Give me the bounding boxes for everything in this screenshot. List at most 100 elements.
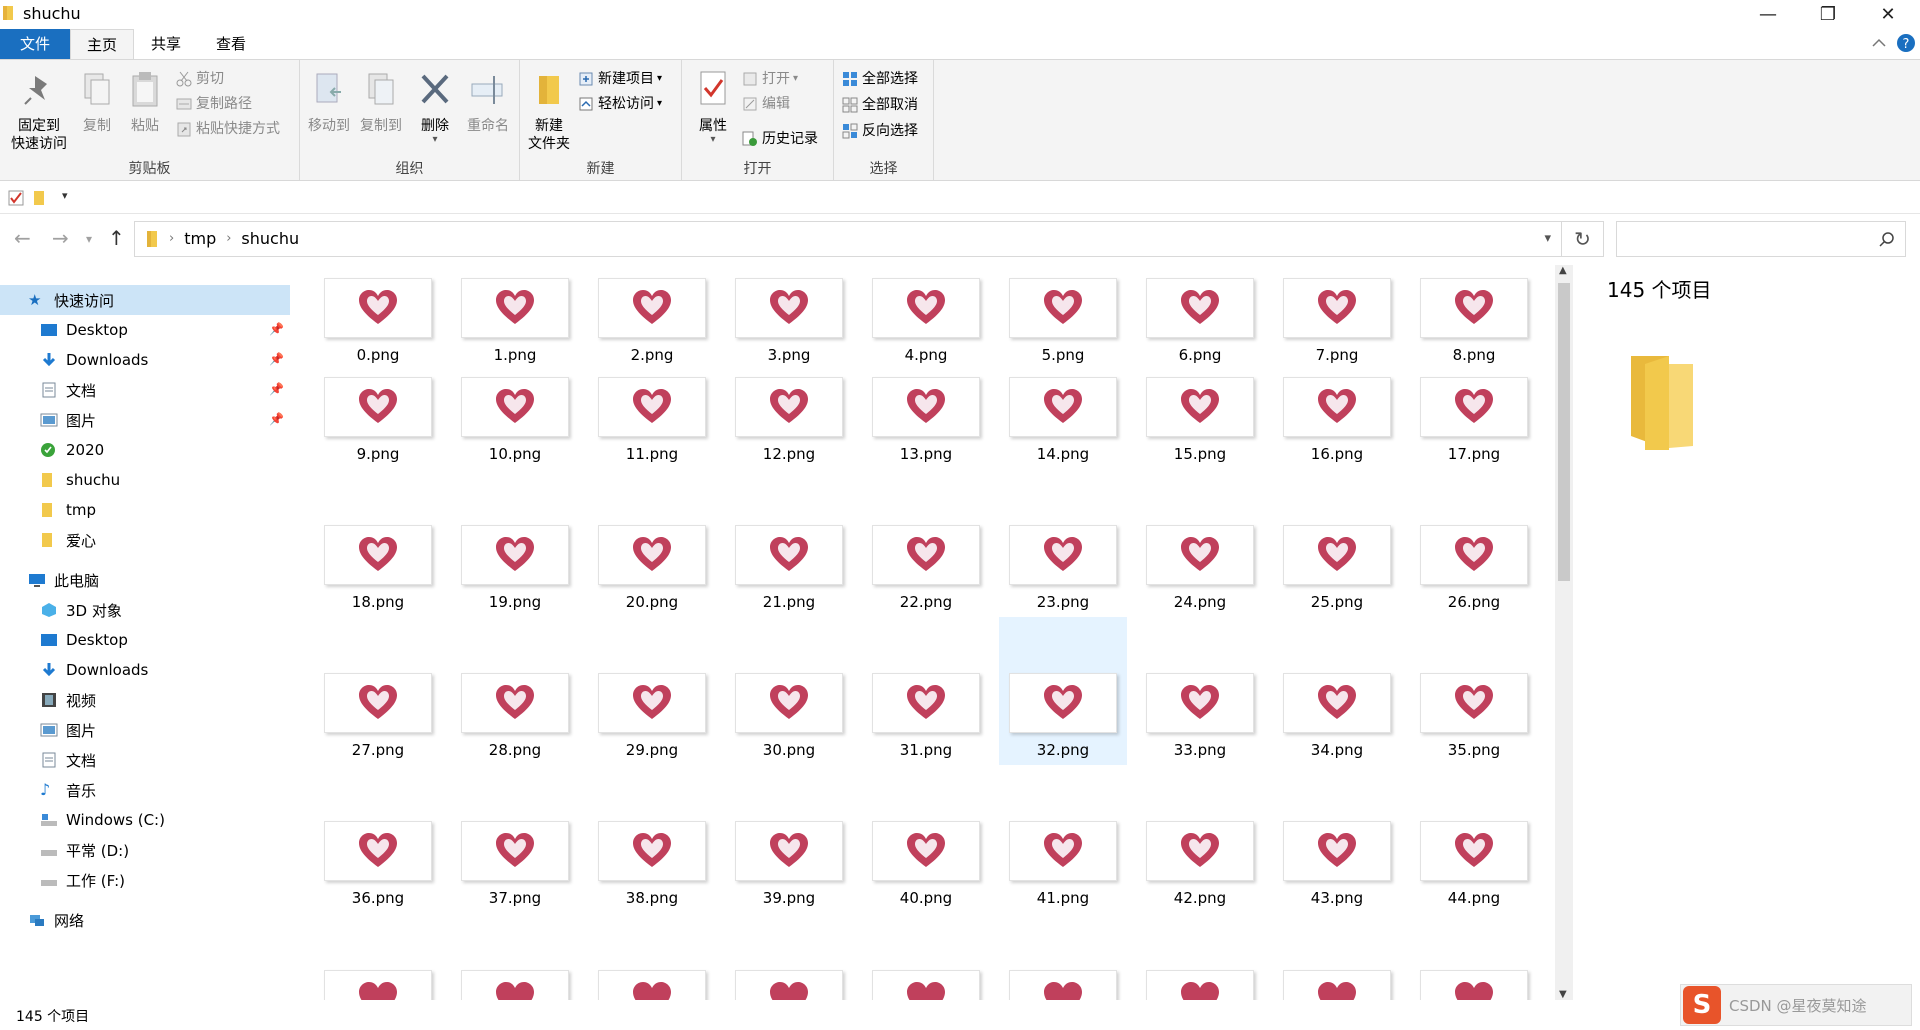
select-none-button[interactable]: 全部取消 [842,94,918,116]
edit-button[interactable]: 编辑 [742,93,790,115]
file-tile-partial[interactable] [1273,970,1401,1000]
properties-check-icon[interactable] [8,190,24,206]
tab-view[interactable]: 查看 [198,29,264,59]
file-tile-partial[interactable] [588,970,716,1000]
file-tile-partial[interactable] [451,970,579,1000]
search-icon[interactable] [1879,231,1895,247]
recent-locations-chevron-icon[interactable]: ▾ [86,232,92,246]
file-tile[interactable]: 9.png [314,377,442,463]
copy-path-button[interactable]: 复制路径 [176,93,252,115]
file-tile[interactable]: 19.png [451,525,579,611]
nav-item-drive-f[interactable]: 工作 (F:) [0,865,290,895]
file-tile[interactable]: 31.png [862,673,990,759]
paste-shortcut-button[interactable]: 粘贴快捷方式 [176,118,280,140]
scrollbar-thumb[interactable] [1558,283,1570,581]
breadcrumb-shuchu[interactable]: shuchu [241,229,299,248]
delete-button[interactable]: 删除 ▾ [412,70,458,145]
nav-item-pc-desktop[interactable]: Desktop [0,625,290,655]
scroll-up-icon[interactable]: ▲ [1559,265,1567,276]
file-tile[interactable]: 42.png [1136,821,1264,907]
file-tile[interactable]: 33.png [1136,673,1264,759]
file-tile-partial[interactable] [999,970,1127,1000]
file-tile[interactable]: 4.png [862,278,990,364]
file-tile[interactable]: 39.png [725,821,853,907]
nav-item-shuchu[interactable]: shuchu [0,465,290,495]
file-tile[interactable]: 41.png [999,821,1127,907]
nav-network[interactable]: 网络 [0,905,290,935]
file-tile[interactable]: 43.png [1273,821,1401,907]
vertical-scrollbar[interactable]: ▲ ▼ [1555,265,1573,1000]
pin-quick-access-button[interactable]: 固定到 快速访问 [6,70,72,153]
back-arrow-icon[interactable]: ← [14,226,31,250]
cut-button[interactable]: 剪切 [176,68,224,90]
file-tile[interactable]: 27.png [314,673,442,759]
file-tile[interactable]: 28.png [451,673,579,759]
new-item-button[interactable]: 新建项目 ▾ [578,68,662,90]
new-folder-qat-icon[interactable] [32,190,46,206]
file-tile[interactable]: 18.png [314,525,442,611]
search-box[interactable] [1616,221,1906,257]
select-all-button[interactable]: 全部选择 [842,68,918,90]
file-tile[interactable]: 29.png [588,673,716,759]
nav-item-drive-c[interactable]: Windows (C:) [0,805,290,835]
address-bar[interactable]: › tmp › shuchu ▾ [134,221,1562,257]
file-tile[interactable]: 24.png [1136,525,1264,611]
close-button[interactable]: ✕ [1858,0,1918,28]
file-tile-partial[interactable] [862,970,990,1000]
file-tile[interactable]: 15.png [1136,377,1264,463]
nav-this-pc[interactable]: 此电脑 [0,565,290,595]
file-tile[interactable]: 30.png [725,673,853,759]
properties-dropdown-icon[interactable]: ▾ [690,135,736,145]
file-tile[interactable]: 38.png [588,821,716,907]
nav-item-pictures[interactable]: 图片 📌 [0,405,290,435]
minimize-button[interactable]: — [1738,0,1798,28]
file-tile[interactable]: 2.png [588,278,716,364]
scroll-down-icon[interactable]: ▼ [1559,989,1567,1000]
file-tile-partial[interactable] [1136,970,1264,1000]
open-button[interactable]: 打开 ▾ [742,68,798,90]
file-tile[interactable]: 11.png [588,377,716,463]
file-tile[interactable]: 40.png [862,821,990,907]
file-tile[interactable]: 32.png [999,617,1127,765]
customize-qat-icon[interactable]: ▾ [62,189,68,202]
easy-access-button[interactable]: 轻松访问 ▾ [578,93,662,115]
copy-button[interactable]: 复制 [74,70,120,135]
copy-to-button[interactable]: 复制到 [356,70,406,135]
ime-toolbar[interactable]: S CSDN @星夜莫知途 [1680,984,1912,1026]
delete-dropdown-icon[interactable]: ▾ [412,135,458,145]
file-tile[interactable]: 6.png [1136,278,1264,364]
file-tile[interactable]: 36.png [314,821,442,907]
new-folder-button[interactable]: 新建 文件夹 [524,70,574,153]
file-tile[interactable]: 44.png [1410,821,1538,907]
nav-quick-access[interactable]: ★ 快速访问 [0,285,290,315]
nav-item-3d-objects[interactable]: 3D 对象 [0,595,290,625]
nav-item-music[interactable]: ♪ 音乐 [0,775,290,805]
file-tile[interactable]: 0.png [314,278,442,364]
rename-button[interactable]: 重命名 [460,70,516,135]
nav-item-documents[interactable]: 文档 📌 [0,375,290,405]
nav-item-2020[interactable]: 2020 [0,435,290,465]
nav-item-drive-d[interactable]: 平常 (D:) [0,835,290,865]
file-tile[interactable]: 7.png [1273,278,1401,364]
file-tile[interactable]: 37.png [451,821,579,907]
file-tile[interactable]: 26.png [1410,525,1538,611]
tab-file[interactable]: 文件 [0,29,70,59]
file-tile[interactable]: 12.png [725,377,853,463]
history-button[interactable]: 历史记录 [742,128,818,150]
nav-item-desktop[interactable]: Desktop 📌 [0,315,290,345]
file-tile[interactable]: 14.png [999,377,1127,463]
file-tile-partial[interactable] [314,970,442,1000]
file-tile[interactable]: 5.png [999,278,1127,364]
invert-selection-button[interactable]: 反向选择 [842,120,918,142]
file-tile[interactable]: 21.png [725,525,853,611]
nav-item-pc-downloads[interactable]: Downloads [0,655,290,685]
nav-item-downloads[interactable]: Downloads 📌 [0,345,290,375]
forward-arrow-icon[interactable]: → [52,226,69,250]
nav-item-pc-documents[interactable]: 文档 [0,745,290,775]
paste-button[interactable]: 粘贴 [122,70,168,135]
properties-button[interactable]: 属性 ▾ [690,70,736,145]
nav-item-aixin[interactable]: 爱心 [0,525,290,555]
file-tile[interactable]: 23.png [999,525,1127,611]
file-tile[interactable]: 35.png [1410,673,1538,759]
file-tile[interactable]: 3.png [725,278,853,364]
